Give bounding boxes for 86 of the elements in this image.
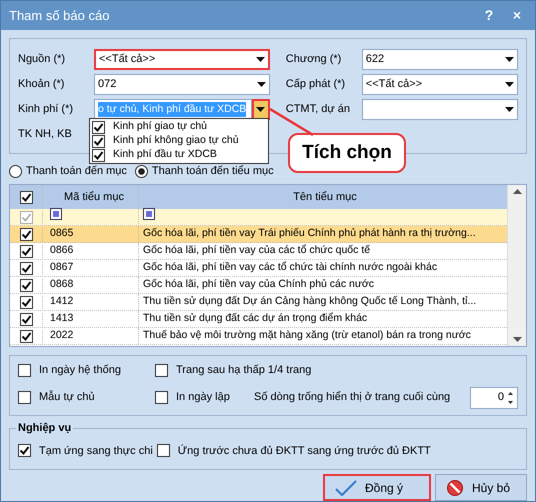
scrollbar[interactable] — [507, 185, 526, 346]
checkbox[interactable] — [20, 330, 32, 342]
checkbox[interactable] — [18, 444, 31, 458]
window-title: Tham số báo cáo — [9, 6, 110, 25]
table-cell-text: Gốc hóa lãi, phí tiền vay của các tổ chức quốc tế — [142, 243, 372, 258]
table-row[interactable]: 1413 Thu tiền sử dụng đất các dự án trọng điểm khác — [10, 311, 507, 328]
table-cell-text: Thu tiền sử dụng đất các dự án trọng điểm khác — [142, 311, 368, 326]
callout-bubble: Tích chọn — [288, 133, 406, 173]
list-item[interactable]: Kinh phí không giao tự chủ — [113, 133, 239, 149]
radio-button[interactable] — [134, 164, 148, 178]
checkbox[interactable] — [155, 391, 168, 404]
table-row[interactable]: 0867 Gốc hóa lãi, phí tiền vay các tổ chức tài chính nước ngoài khác — [10, 260, 507, 277]
dropdown-field[interactable]: <<Tất cả>> — [94, 49, 270, 70]
checkbox[interactable] — [92, 148, 105, 162]
caret-icon — [505, 107, 514, 112]
checkbox-label: In ngày hệ thống — [39, 363, 121, 378]
checkbox[interactable] — [156, 444, 170, 458]
field-label: Chương (*) — [286, 52, 342, 68]
table-cell: 2022 — [43, 328, 139, 344]
checkbox-label: Ứng trước chưa đủ ĐKTT sang ứng trước đủ ĐKTT — [178, 444, 431, 458]
table-row[interactable]: 0866 Gốc hóa lãi, phí tiền vay của các tổ chức quốc tế — [10, 243, 507, 260]
column-header: Tên tiểu mục — [292, 190, 358, 205]
caret-icon — [505, 57, 514, 62]
scroll-up-icon[interactable] — [512, 189, 522, 194]
caret-icon — [256, 107, 266, 112]
table-cell-text: Gốc hóa lãi, phí tiền vay Trái phiếu Chính phủ phát hành ra thị trường... — [142, 226, 477, 242]
table-cell-text: Gốc hóa lãi, phí tiền vay các tổ chức tài chính nước ngoài khác — [142, 260, 438, 276]
checkbox-label: Tạm ứng sang thực chi — [39, 444, 153, 458]
checkbox[interactable] — [20, 210, 32, 224]
dialog-button[interactable]: Đồng ý — [323, 474, 431, 501]
checkbox[interactable] — [92, 120, 105, 134]
checkbox[interactable] — [20, 278, 32, 292]
checkbox[interactable] — [20, 228, 32, 240]
field-label: Kinh phí (*) — [18, 102, 74, 118]
field-label: CTMT, dự án — [286, 102, 351, 118]
number-spinner[interactable]: 0 — [470, 386, 518, 408]
no-entry-icon — [446, 478, 464, 496]
table-cell-text: Gốc hóa lãi, phí tiền vay của Chính phủ các nước — [142, 277, 376, 292]
table-cell: 0866 — [43, 243, 139, 259]
caret-icon — [256, 82, 266, 87]
dropdown-field[interactable] — [362, 99, 518, 120]
checkmark-icon — [335, 480, 357, 496]
filter-icon[interactable] — [143, 208, 155, 220]
scroll-down-icon[interactable] — [512, 337, 522, 342]
field-label: Cấp phát (*) — [286, 77, 346, 92]
checkbox[interactable] — [20, 244, 32, 258]
dropdown-field[interactable]: 622 — [362, 49, 518, 70]
table-row[interactable]: 0865 Gốc hóa lãi, phí tiền vay Trái phiếu Chính phủ phát hành ra thị trường... — [10, 226, 507, 243]
dropdown-field[interactable]: 072 — [94, 74, 270, 95]
dialog-button[interactable]: Hủy bỏ — [435, 474, 527, 501]
checkbox[interactable] — [92, 134, 105, 148]
caret-icon — [256, 57, 265, 62]
spin-arrows-icon[interactable] — [508, 392, 513, 404]
field-label: Khoản (*) — [18, 77, 66, 92]
checkbox[interactable] — [20, 190, 32, 204]
checkbox[interactable] — [20, 296, 32, 308]
table-row[interactable]: 2022 Thuế bảo vệ môi trường mặt hàng xăng (trừ etanol) bán ra trong nước — [10, 328, 507, 345]
caret-icon — [505, 82, 514, 87]
table-cell: 0867 — [43, 260, 139, 276]
table-cell: 1412 — [43, 294, 139, 310]
table-row[interactable]: 0868 Gốc hóa lãi, phí tiền vay của Chính phủ các nước — [10, 277, 507, 294]
table-cell: 1413 — [43, 311, 139, 327]
field-label: Nguồn (*) — [18, 52, 66, 68]
checkbox-label: Trang sau hạ thấp 1/4 trang — [176, 363, 312, 378]
table-cell: 0865 — [43, 226, 139, 242]
radio-button[interactable] — [9, 164, 22, 178]
table-cell: 0868 — [43, 277, 139, 293]
table-cell-text: Thuế bảo vệ môi trường mặt hàng xăng (trừ etanol) bán ra trong nước — [142, 328, 472, 344]
group-title: Nghiệp vụ — [16, 420, 74, 436]
list-item[interactable]: Kinh phí giao tự chủ — [113, 119, 208, 135]
checkbox[interactable] — [20, 262, 32, 274]
radio-label: Thanh toán đến tiểu mục — [152, 164, 274, 179]
spinner-label: Số dòng trống hiển thị ở trang cuối cùng — [254, 390, 450, 406]
table-row[interactable]: 1412 Thu tiền sử dụng đất Dự án Cảng hàng không Quốc tế Long Thành, tỉ... — [10, 294, 507, 311]
field-label: TK NH, KB — [18, 127, 73, 142]
table-cell-text: Thu tiền sử dụng đất Dự án Cảng hàng không Quốc tế Long Thành, tỉ... — [142, 294, 478, 310]
radio-label: Thanh toán đến mục — [26, 164, 127, 179]
filter-icon[interactable] — [50, 208, 62, 220]
checkbox-label: Mẫu tự chủ — [39, 390, 95, 406]
list-item[interactable]: Kinh phí đầu tư XDCB — [113, 147, 217, 163]
checkbox[interactable] — [20, 312, 32, 326]
dropdown-field[interactable]: <<Tất cả>> — [362, 74, 518, 95]
checkbox[interactable] — [18, 364, 31, 377]
checkbox[interactable] — [18, 391, 31, 404]
checkbox[interactable] — [155, 364, 168, 377]
checkbox-label: In ngày lập — [176, 390, 230, 406]
